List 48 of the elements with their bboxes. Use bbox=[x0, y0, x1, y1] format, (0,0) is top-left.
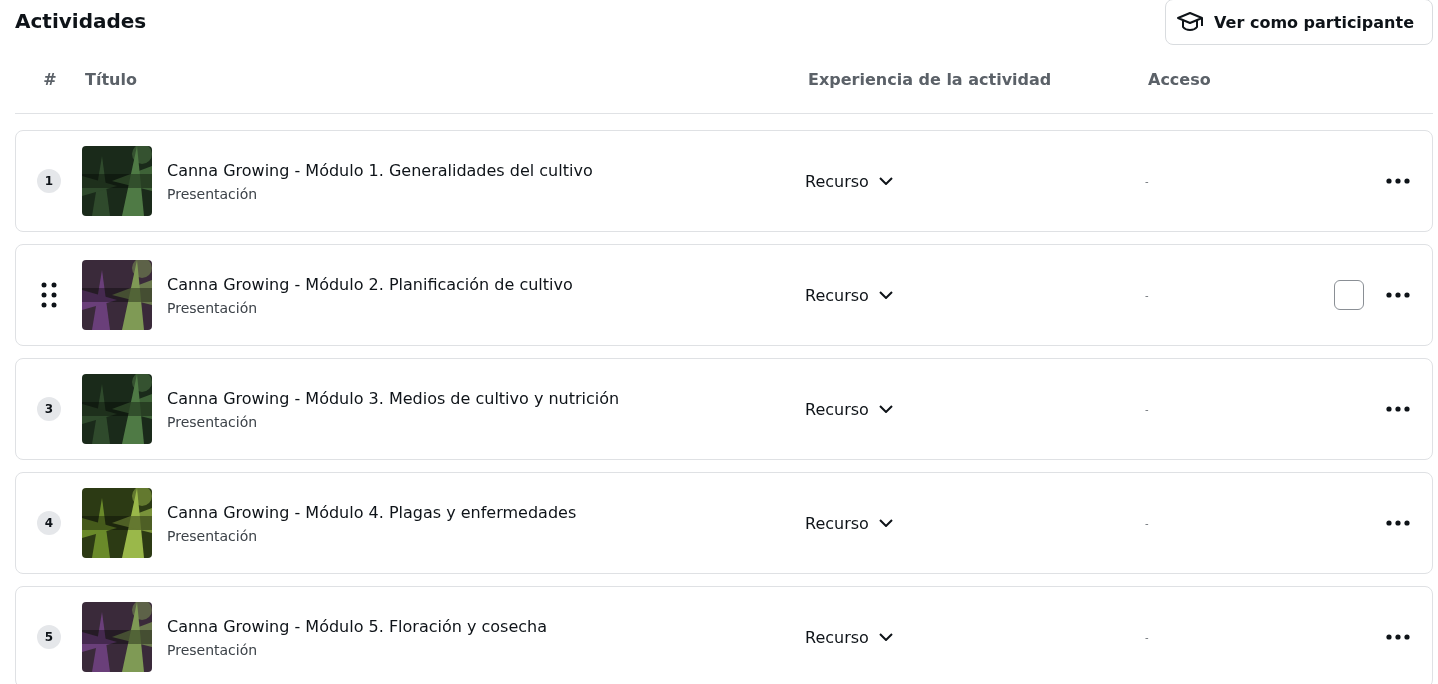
row-number: 4 bbox=[37, 511, 61, 535]
more-options-icon[interactable] bbox=[1386, 406, 1410, 412]
access-value: - bbox=[1145, 403, 1150, 415]
experience-dropdown[interactable]: Recurso bbox=[805, 627, 893, 647]
chevron-down-icon bbox=[878, 633, 893, 641]
activity-row[interactable]: 5 Canna Growing - Módulo 5. Floración y cosecha Presentación Recurso - bbox=[15, 586, 1433, 684]
activity-type: Presentación bbox=[167, 527, 259, 544]
activity-row[interactable]: 1 Canna Growing - Módulo 1. Generalidades del cultivo Presentación Recurso - bbox=[15, 130, 1433, 232]
activity-type: Presentación bbox=[167, 185, 259, 202]
access-value: - bbox=[1145, 517, 1150, 529]
column-header: Título bbox=[85, 70, 137, 89]
activity-title[interactable]: Canna Growing - Módulo 4. Plagas y enfermedades bbox=[167, 502, 577, 522]
experience-dropdown[interactable]: Recurso bbox=[805, 171, 893, 191]
experience-dropdown[interactable]: Recurso bbox=[805, 285, 893, 305]
more-options-icon[interactable] bbox=[1386, 178, 1410, 184]
row-number: 3 bbox=[37, 397, 61, 421]
activity-title[interactable]: Canna Growing - Módulo 2. Planificación de cultivo bbox=[167, 274, 573, 294]
column-header: # bbox=[43, 70, 57, 89]
graduation-cap-icon bbox=[1176, 11, 1205, 33]
more-options-icon[interactable] bbox=[1386, 634, 1410, 640]
row-number: 1 bbox=[37, 169, 61, 193]
page-title: Actividades bbox=[15, 9, 147, 33]
access-value: - bbox=[1145, 631, 1150, 643]
activity-type: Presentación bbox=[167, 299, 259, 316]
activity-row[interactable]: 3 Canna Growing - Módulo 3. Medios de cultivo y nutrición Presentación Recurso - bbox=[15, 358, 1433, 460]
chevron-down-icon bbox=[878, 519, 893, 527]
access-value: - bbox=[1145, 289, 1150, 301]
chevron-down-icon bbox=[878, 291, 893, 299]
drag-handle-icon[interactable] bbox=[41, 282, 57, 308]
row-number: 5 bbox=[37, 625, 61, 649]
more-options-icon[interactable] bbox=[1386, 520, 1410, 526]
activity-type: Presentación bbox=[167, 641, 259, 658]
row-checkbox[interactable] bbox=[1334, 280, 1364, 310]
access-value: - bbox=[1145, 175, 1150, 187]
experience-dropdown[interactable]: Recurso bbox=[805, 513, 893, 533]
activity-title[interactable]: Canna Growing - Módulo 5. Floración y cosecha bbox=[167, 616, 548, 636]
activity-row[interactable]: 4 Canna Growing - Módulo 4. Plagas y enfermedades Presentación Recurso - bbox=[15, 472, 1433, 574]
activity-title[interactable]: Canna Growing - Módulo 1. Generalidades del cultivo bbox=[167, 160, 593, 180]
activity-title[interactable]: Canna Growing - Módulo 3. Medios de cultivo y nutrición bbox=[167, 388, 620, 408]
chevron-down-icon bbox=[878, 405, 893, 413]
chevron-down-icon bbox=[878, 177, 893, 185]
column-header: Acceso bbox=[1148, 70, 1211, 89]
column-header: Experiencia de la actividad bbox=[808, 70, 1052, 89]
view-as-participant-button[interactable]: Ver como participante bbox=[1165, 0, 1433, 45]
activity-row[interactable]: Canna Growing - Módulo 2. Planificación de cultivo Presentación Recurso - bbox=[15, 244, 1433, 346]
more-options-icon[interactable] bbox=[1386, 292, 1410, 298]
experience-dropdown[interactable]: Recurso bbox=[805, 399, 893, 419]
activity-type: Presentación bbox=[167, 413, 259, 430]
